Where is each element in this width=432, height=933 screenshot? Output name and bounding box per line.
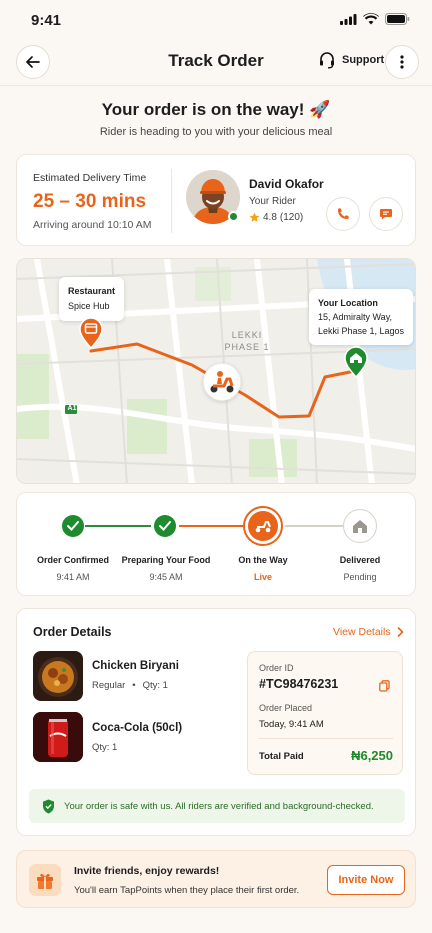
chat-rider-button[interactable]: [369, 197, 403, 231]
restaurant-bubble: Restaurant Spice Hub: [59, 277, 125, 321]
safety-text: Your order is safe with us. All riders a…: [64, 800, 374, 812]
order-id-label: Order ID: [259, 663, 294, 673]
map-area-label: LEKKI PHASE 1: [224, 330, 270, 352]
invite-now-button[interactable]: Invite Now: [327, 865, 405, 895]
restaurant-title: Restaurant: [68, 286, 116, 296]
copy-order-id-button[interactable]: [379, 679, 390, 697]
chevron-right-icon: [397, 627, 404, 637]
destination-pin[interactable]: [344, 346, 368, 383]
restaurant-pin-icon: [79, 317, 103, 350]
item-image-coke: [33, 712, 83, 762]
support-button[interactable]: Support: [318, 51, 384, 69]
invite-banner: Invite friends, enjoy rewards! You'll ea…: [16, 850, 416, 908]
delivery-map[interactable]: A1 LEKKI PHASE 1 Restaurant Spice Hub Yo…: [16, 258, 416, 484]
summary-divider: [259, 738, 393, 739]
status-bar: 9:41: [0, 0, 432, 40]
home-pin-icon: [344, 346, 368, 379]
support-label: Support: [342, 54, 385, 66]
step-delivered-icon: [343, 509, 377, 543]
status-time: 9:41: [31, 12, 62, 29]
view-details-label: View Details: [333, 626, 391, 638]
invite-subtitle: You'll earn TapPoints when they place th…: [74, 885, 300, 896]
step-label-delivered: Delivered: [339, 555, 381, 565]
rider-role: Your Rider: [249, 196, 296, 207]
delivery-card: Estimated Delivery Time 25 – 30 mins Arr…: [16, 154, 416, 246]
gift-icon-wrap: [29, 864, 61, 896]
step-time-confirmed: 9:41 AM: [56, 572, 90, 582]
rider-rating: 4.8 (120): [249, 212, 303, 223]
restaurant-pin[interactable]: [79, 317, 103, 354]
star-icon: [249, 212, 260, 222]
order-summary-box: Order ID #TC98476231 Order Placed Today,…: [247, 651, 403, 775]
check-icon: [159, 521, 171, 531]
step-on-the-way-icon: [243, 506, 283, 546]
item-image-biryani: [33, 651, 83, 701]
order-details-title: Order Details: [33, 625, 112, 639]
more-vertical-icon: [400, 55, 404, 69]
scooter-icon: [255, 521, 271, 533]
view-details-link[interactable]: View Details: [333, 626, 404, 638]
wifi-icon: [363, 13, 379, 25]
step-confirmed-icon: [62, 515, 84, 537]
rating-count: (120): [279, 212, 304, 223]
item-qty-coke: Qty: 1: [92, 742, 118, 753]
online-indicator: [228, 211, 239, 222]
hero-title: Your order is on the way! 🚀: [101, 100, 331, 119]
location-title: Your Location: [318, 298, 378, 308]
road-tag: A1: [67, 405, 77, 412]
step-status-pending: Pending: [343, 572, 377, 582]
call-rider-button[interactable]: [326, 197, 360, 231]
gift-icon: [37, 874, 53, 889]
headset-icon: [320, 52, 334, 69]
total-paid-value: ₦6,250: [351, 748, 393, 763]
progress-tracker: Order Confirmed 9:41 AM Preparing Your F…: [16, 492, 416, 596]
chat-icon: [380, 209, 392, 220]
rider-marker[interactable]: [203, 363, 241, 401]
shield-check-icon: [43, 799, 54, 813]
battery-icon: [385, 13, 410, 25]
order-details-card: Order Details View Details Chicken Birya…: [16, 608, 416, 836]
hero-subtitle: Rider is heading to you with your delici…: [99, 126, 333, 138]
safety-banner: Your order is safe with us. All riders a…: [29, 789, 405, 823]
step-status-live: Live: [253, 572, 272, 582]
your-location-bubble: Your Location 15, Admiralty Way, Lekki P…: [309, 289, 414, 345]
park-area: [17, 354, 49, 439]
order-id-value: #TC98476231: [259, 677, 339, 691]
copy-icon: [379, 680, 390, 692]
scooter-rider-icon: [210, 371, 234, 393]
step-label-confirmed: Order Confirmed: [36, 555, 109, 565]
home-icon: [353, 520, 367, 533]
step-preparing-icon: [154, 515, 176, 537]
order-placed-value: Today, 9:41 AM: [259, 719, 324, 730]
location-line2: Lekki Phase 1, Lagos: [318, 326, 405, 336]
rider-name: David Okafor: [249, 177, 324, 191]
check-icon: [67, 521, 79, 531]
restaurant-name: Spice Hub: [68, 301, 110, 311]
more-options-button[interactable]: [385, 45, 419, 79]
invite-title: Invite friends, enjoy rewards!: [74, 865, 220, 877]
eta-value: 25 – 30 mins: [33, 191, 147, 212]
step-label-preparing: Preparing Your Food: [121, 555, 211, 565]
location-line1: 15, Admiralty Way,: [318, 312, 393, 322]
item-name-biryani: Chicken Biryani: [92, 660, 179, 672]
eta-label: Estimated Delivery Time: [33, 172, 147, 184]
divider: [171, 169, 172, 233]
step-time-preparing: 9:45 AM: [149, 572, 183, 582]
order-placed-label: Order Placed: [259, 703, 313, 713]
rating-value: 4.8: [263, 212, 277, 223]
arriving-time: Arriving around 10:10 AM: [33, 219, 152, 231]
item-name-coke: Coca-Cola (50cl): [92, 722, 183, 734]
step-label-on-the-way: On the Way: [238, 555, 288, 565]
phone-icon: [338, 208, 349, 219]
header: Track Order Support: [0, 40, 432, 86]
signal-icon: [340, 13, 357, 25]
total-paid-label: Total Paid: [259, 751, 304, 762]
item-meta-biryani: Regular • Qty: 1: [92, 680, 168, 691]
